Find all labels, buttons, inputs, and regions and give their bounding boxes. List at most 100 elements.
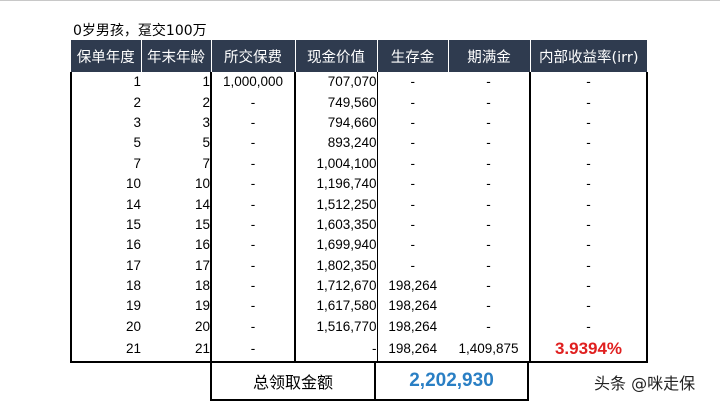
- cell-survival-benefit: 198,264: [388, 298, 438, 314]
- cell-survival-benefit: -: [410, 114, 416, 130]
- cell-age: 5: [141, 133, 212, 154]
- cell-premium: -: [211, 214, 296, 236]
- cell-cash-value: 893,240: [295, 133, 378, 154]
- cell-age: 1: [141, 72, 212, 93]
- cell-irr: -: [530, 214, 648, 236]
- cell-policy-year: 7: [70, 153, 141, 174]
- policy-value-table: 保单年度 年末年龄 所交保费 现金价值 生存金 期满金 内部收益率(irr) 1…: [70, 40, 648, 364]
- total-payout-value: 2,202,930: [376, 362, 529, 401]
- cell-premium: -: [211, 337, 296, 364]
- table-row: 15 15-1,603,350- - -: [70, 214, 648, 236]
- table-row: 17 17-1,802,350- - -: [70, 255, 648, 276]
- cell-age: 18: [141, 275, 212, 297]
- total-payout-label: 总领取金额: [210, 362, 376, 401]
- cell-cash-value: 1,004,100: [295, 153, 378, 174]
- cell-cash-value: 749,560: [295, 92, 378, 113]
- table-row: 20 20-1,516,770 198,264- -: [70, 316, 648, 338]
- table-row: 10 10-1,196,740- - -: [70, 173, 648, 195]
- cell-maturity-benefit: -: [448, 92, 531, 113]
- table-row: 5 5-893,240- - -: [70, 133, 648, 154]
- cell-irr: -: [530, 173, 648, 195]
- cell-survival-benefit: -: [410, 94, 416, 110]
- cell-survival-benefit: 198,264: [377, 337, 448, 364]
- cell-policy-year: 5: [70, 133, 141, 154]
- cell-cash-value: -: [295, 337, 378, 364]
- cell-cash-value: 1,516,770: [295, 316, 378, 338]
- watermark: 头条 @咪走保: [594, 374, 696, 393]
- cell-age: 3: [141, 112, 212, 134]
- cell-policy-year: 18: [70, 275, 141, 297]
- cell-irr: 3.9394%: [530, 337, 648, 364]
- cell-age: 17: [141, 255, 212, 276]
- table-row: 18 18-1,712,670 198,264- -: [70, 275, 648, 297]
- cell-cash-value: 1,802,350: [295, 255, 378, 276]
- cell-maturity-benefit: -: [448, 214, 531, 236]
- cell-irr: -: [530, 275, 648, 297]
- cell-age: 2: [141, 92, 212, 113]
- header-survival-benefit: 生存金: [377, 40, 449, 72]
- cell-cash-value: 794,660: [295, 112, 378, 134]
- cell-policy-year: 2: [70, 92, 141, 113]
- cell-survival-benefit: -: [410, 74, 416, 90]
- window-top-border: [0, 0, 720, 1]
- cell-irr: -: [530, 235, 648, 256]
- header-policy-year: 保单年度: [71, 40, 142, 72]
- cell-maturity-benefit: -: [448, 173, 531, 195]
- cell-age: 21: [141, 337, 212, 364]
- cell-cash-value: 1,603,350: [295, 214, 378, 236]
- cell-policy-year: 17: [70, 255, 141, 276]
- cell-maturity-benefit: -: [448, 153, 531, 174]
- cell-age: 15: [141, 214, 212, 236]
- cell-survival-benefit: -: [410, 155, 416, 171]
- cell-policy-year: 10: [70, 173, 141, 195]
- cell-age: 7: [141, 153, 212, 174]
- cell-policy-year: 3: [70, 112, 141, 134]
- cell-irr: -: [530, 153, 648, 174]
- cell-irr: -: [530, 255, 648, 276]
- table-row: 1 1 1,000,000 707,070- - -: [70, 72, 648, 93]
- cell-premium: 1,000,000: [211, 72, 296, 93]
- cell-cash-value: 1,699,940: [295, 235, 378, 256]
- cell-irr: -: [530, 316, 648, 338]
- cell-policy-year: 1: [70, 72, 141, 93]
- cell-age: 14: [141, 194, 212, 215]
- cell-policy-year: 19: [70, 296, 141, 317]
- cell-policy-year: 20: [70, 316, 141, 338]
- cell-premium: -: [211, 153, 296, 174]
- table-header-row: 保单年度 年末年龄 所交保费 现金价值 生存金 期满金 内部收益率(irr): [71, 40, 647, 72]
- table-row: 21 21- -198,264 1,409,875 3.9394%: [70, 337, 648, 364]
- cell-survival-benefit: -: [410, 257, 416, 273]
- table-row: 3 3-794,660- - -: [70, 112, 648, 134]
- cell-premium: -: [211, 133, 296, 154]
- cell-premium: -: [211, 275, 296, 297]
- cell-premium: -: [211, 255, 296, 276]
- cell-cash-value: 1,512,250: [295, 194, 378, 215]
- cell-age: 19: [141, 296, 212, 317]
- cell-cash-value: 1,712,670: [295, 275, 378, 297]
- cell-survival-benefit: -: [410, 176, 416, 192]
- header-age-at-year-end: 年末年龄: [141, 40, 212, 72]
- table-row: 14 14-1,512,250- - -: [70, 194, 648, 215]
- cell-survival-benefit: 198,264: [388, 278, 438, 294]
- header-maturity-benefit: 期满金: [448, 40, 531, 72]
- table-row: 2 2-749,560- - -: [70, 92, 648, 113]
- cell-maturity-benefit: -: [448, 235, 531, 256]
- cell-policy-year: 16: [70, 235, 141, 256]
- cell-maturity-benefit: -: [448, 72, 531, 93]
- cell-maturity-benefit: -: [448, 275, 531, 297]
- cell-cash-value: 707,070: [295, 72, 378, 93]
- header-irr: 内部收益率(irr): [530, 40, 647, 72]
- table-row: 16 16-1,699,940- - -: [70, 235, 648, 256]
- cell-maturity-benefit: -: [448, 194, 531, 215]
- cell-maturity-benefit: -: [448, 296, 531, 317]
- cell-survival-benefit: 198,264: [388, 318, 438, 334]
- cell-survival-benefit: -: [410, 196, 416, 212]
- cell-premium: -: [211, 235, 296, 256]
- cell-survival-benefit: -: [410, 216, 416, 232]
- cell-policy-year: 21: [70, 337, 141, 364]
- sheet-caption: 0岁男孩，趸交100万: [73, 23, 207, 39]
- cell-age: 20: [141, 316, 212, 338]
- cell-policy-year: 14: [70, 194, 141, 215]
- table-row: 7 7-1,004,100- - -: [70, 153, 648, 174]
- cell-irr: -: [530, 133, 648, 154]
